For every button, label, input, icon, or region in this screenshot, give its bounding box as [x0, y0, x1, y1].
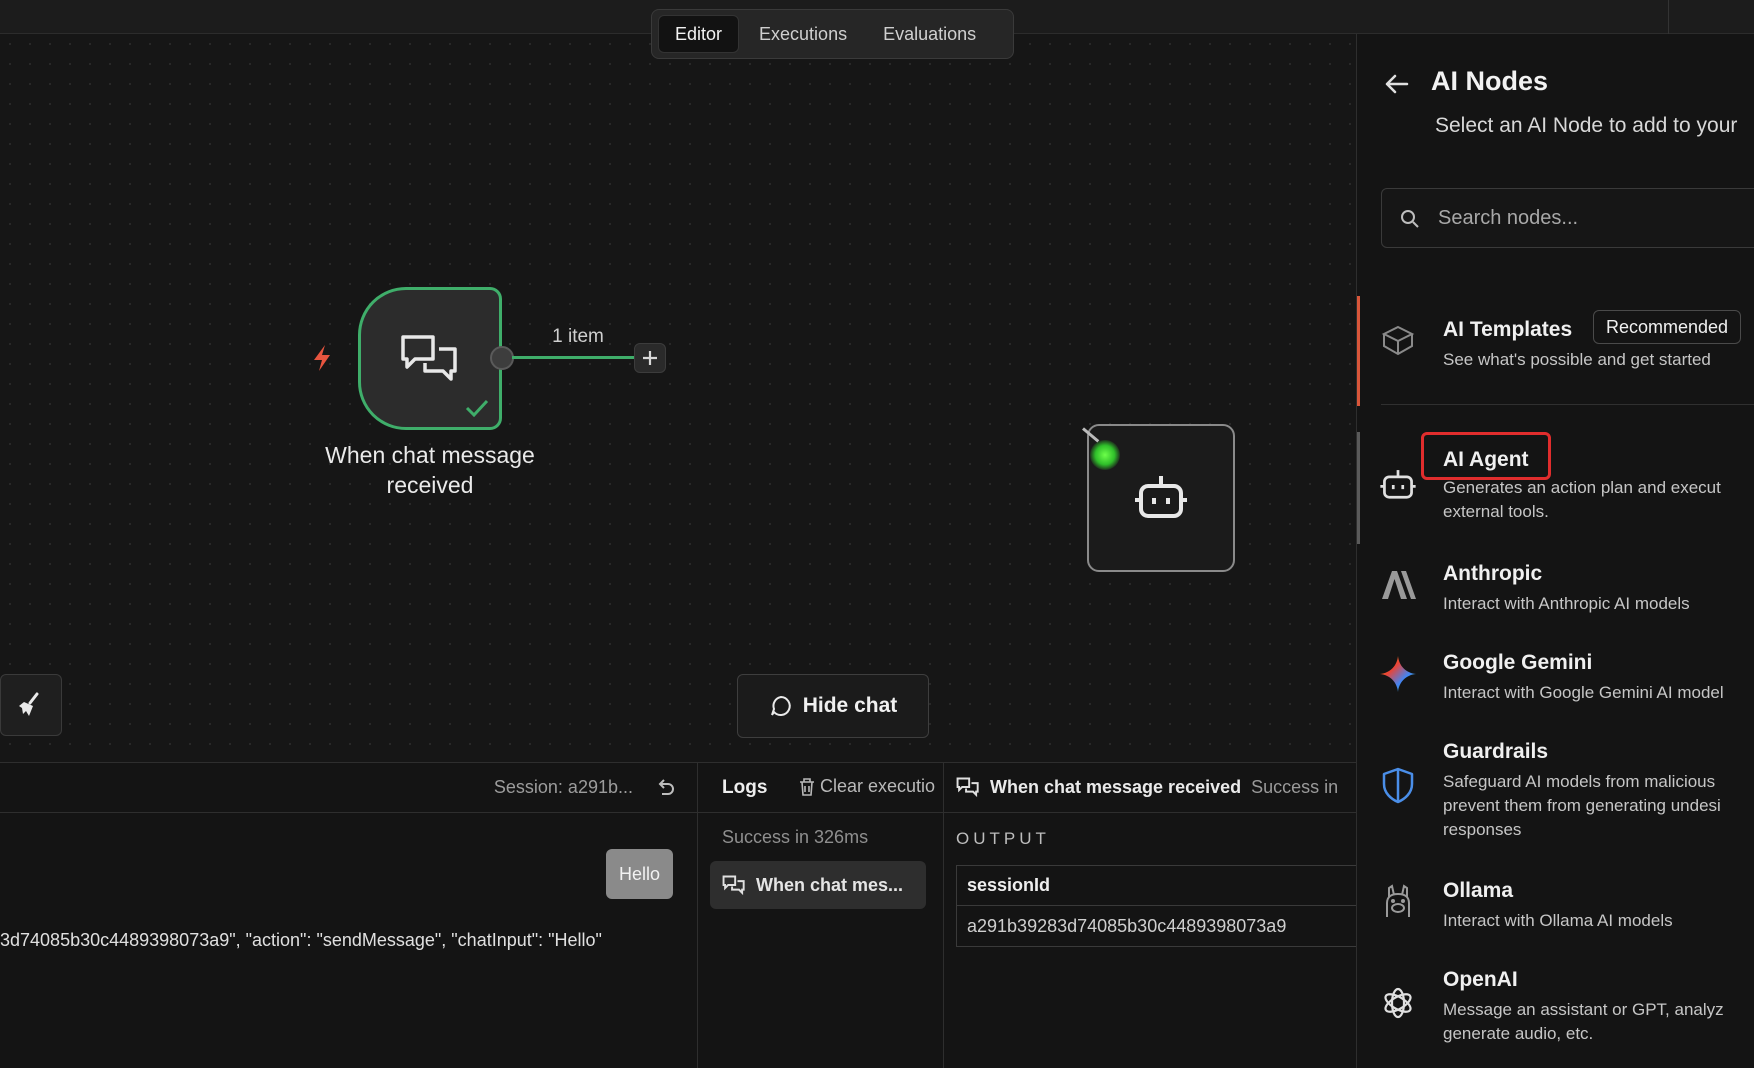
tab-executions[interactable]: Executions: [743, 15, 863, 53]
cursor-indicator: [1090, 440, 1120, 470]
hide-chat-button[interactable]: Hide chat: [737, 674, 929, 738]
output-node-name: When chat message received: [990, 776, 1242, 797]
openai-logo-icon: [1384, 987, 1412, 1019]
chat-panel-header: Session: a291b...: [0, 763, 697, 813]
node-item-desc: See what's possible and get started: [1443, 350, 1711, 369]
section-divider: [1381, 404, 1754, 405]
node-item-name: Anthropic: [1443, 562, 1543, 585]
workflow-canvas[interactable]: [0, 34, 1356, 762]
recommended-badge: Recommended: [1593, 310, 1742, 344]
robot-icon: [1380, 470, 1416, 499]
output-column-header: sessionId: [957, 866, 1356, 906]
log-entry-label: When chat mes...: [756, 874, 904, 895]
bottom-panel: Session: a291b... Hello 3d74085b30c44893…: [0, 762, 1356, 1068]
node-output-handle[interactable]: [490, 346, 514, 370]
node-item-desc: Message an assistant or GPT, analyz gene…: [1443, 1000, 1724, 1043]
node-item-desc: Safeguard AI models from malicious preve…: [1443, 772, 1721, 839]
shield-icon: [1382, 767, 1414, 804]
user-message-bubble: Hello: [606, 849, 673, 899]
output-cell-value[interactable]: a291b39283d74085b30c4489398073a9: [957, 906, 1356, 946]
tidy-up-button[interactable]: [0, 674, 62, 736]
scrollbar[interactable]: [1357, 432, 1360, 544]
templates-box-icon: [1381, 325, 1415, 356]
anthropic-logo-icon: [1382, 571, 1416, 599]
connection-line: [512, 356, 634, 359]
top-bar-divider: [1668, 0, 1669, 34]
ai-nodes-panel: AI Nodes Select an AI Node to add to you…: [1356, 34, 1754, 1068]
broom-icon: [19, 692, 39, 716]
output-table: sessionId a291b39283d74085b30c4489398073…: [956, 865, 1356, 947]
logs-panel: Logs Clear executio Success in 326ms Whe…: [698, 763, 944, 1068]
hide-chat-label: Hide chat: [802, 694, 898, 717]
connection-item-count: 1 item: [552, 326, 604, 347]
node-item-desc: Interact with Ollama AI models: [1443, 911, 1673, 930]
chat-panel: Session: a291b... Hello 3d74085b30c44893…: [0, 763, 698, 1068]
ollama-llama-icon: [1386, 884, 1410, 917]
back-arrow-icon[interactable]: [1381, 68, 1413, 100]
node-item-desc: Interact with Anthropic AI models: [1443, 594, 1690, 613]
trigger-bolt-icon: [314, 345, 330, 371]
success-check-icon: [465, 399, 489, 417]
node-item-name: Guardrails: [1443, 740, 1549, 763]
clear-execution-button[interactable]: Clear executio: [798, 776, 944, 797]
reset-session-icon[interactable]: [653, 776, 677, 800]
search-input[interactable]: [1438, 199, 1754, 237]
output-panel-header: When chat message received Success in: [944, 763, 1356, 813]
plus-icon: [643, 351, 657, 365]
chat-bubbles-icon: [722, 875, 745, 896]
tab-editor[interactable]: Editor: [658, 15, 740, 53]
node-item-name: AI Templates: [1443, 318, 1573, 341]
chat-bubbles-icon: [401, 334, 457, 381]
view-tabs: Editor Executions Evaluations: [651, 9, 1014, 59]
logs-status: Success in 326ms: [722, 827, 869, 847]
node-item-name: Ollama: [1443, 879, 1514, 902]
chat-trigger-node[interactable]: [358, 287, 502, 430]
search-icon: [1401, 210, 1419, 228]
chat-bubbles-icon: [956, 777, 979, 798]
node-item-desc: Interact with Google Gemini AI model: [1443, 683, 1724, 702]
output-section-label: OUTPUT: [956, 829, 1050, 848]
tab-evaluations[interactable]: Evaluations: [867, 15, 992, 53]
robot-icon: [1135, 476, 1187, 518]
gemini-sparkle-icon: [1380, 656, 1416, 692]
node-item-name: Google Gemini: [1443, 651, 1593, 674]
panel-subtitle: Select an AI Node to add to your: [1435, 114, 1738, 137]
search-box: [1381, 188, 1754, 248]
panel-title: AI Nodes: [1431, 66, 1549, 96]
clear-execution-label: Clear executio: [820, 776, 936, 796]
logs-panel-header: Logs Clear executio: [698, 763, 943, 813]
app-window: Editor Executions Evaluations 1 item Whe…: [0, 0, 1754, 1068]
trigger-node-label: When chat message received: [325, 442, 535, 498]
node-item-desc: Generates an action plan and execut exte…: [1443, 478, 1721, 521]
chat-bubble-icon: [770, 695, 791, 716]
output-status: Success in: [1251, 776, 1339, 797]
node-item-name: AI Agent: [1443, 448, 1529, 471]
chat-payload-text: 3d74085b30c4489398073a9", "action": "sen…: [0, 930, 602, 950]
logs-title: Logs: [722, 777, 768, 798]
trash-icon: [800, 777, 814, 796]
node-item-name: OpenAI: [1443, 968, 1518, 991]
session-id-label: Session: a291b...: [493, 777, 633, 797]
log-entry[interactable]: When chat mes...: [710, 861, 926, 909]
section-accent-bar: [1357, 296, 1360, 406]
add-node-button[interactable]: [634, 343, 666, 373]
output-panel: When chat message received Success in OU…: [944, 763, 1356, 1068]
